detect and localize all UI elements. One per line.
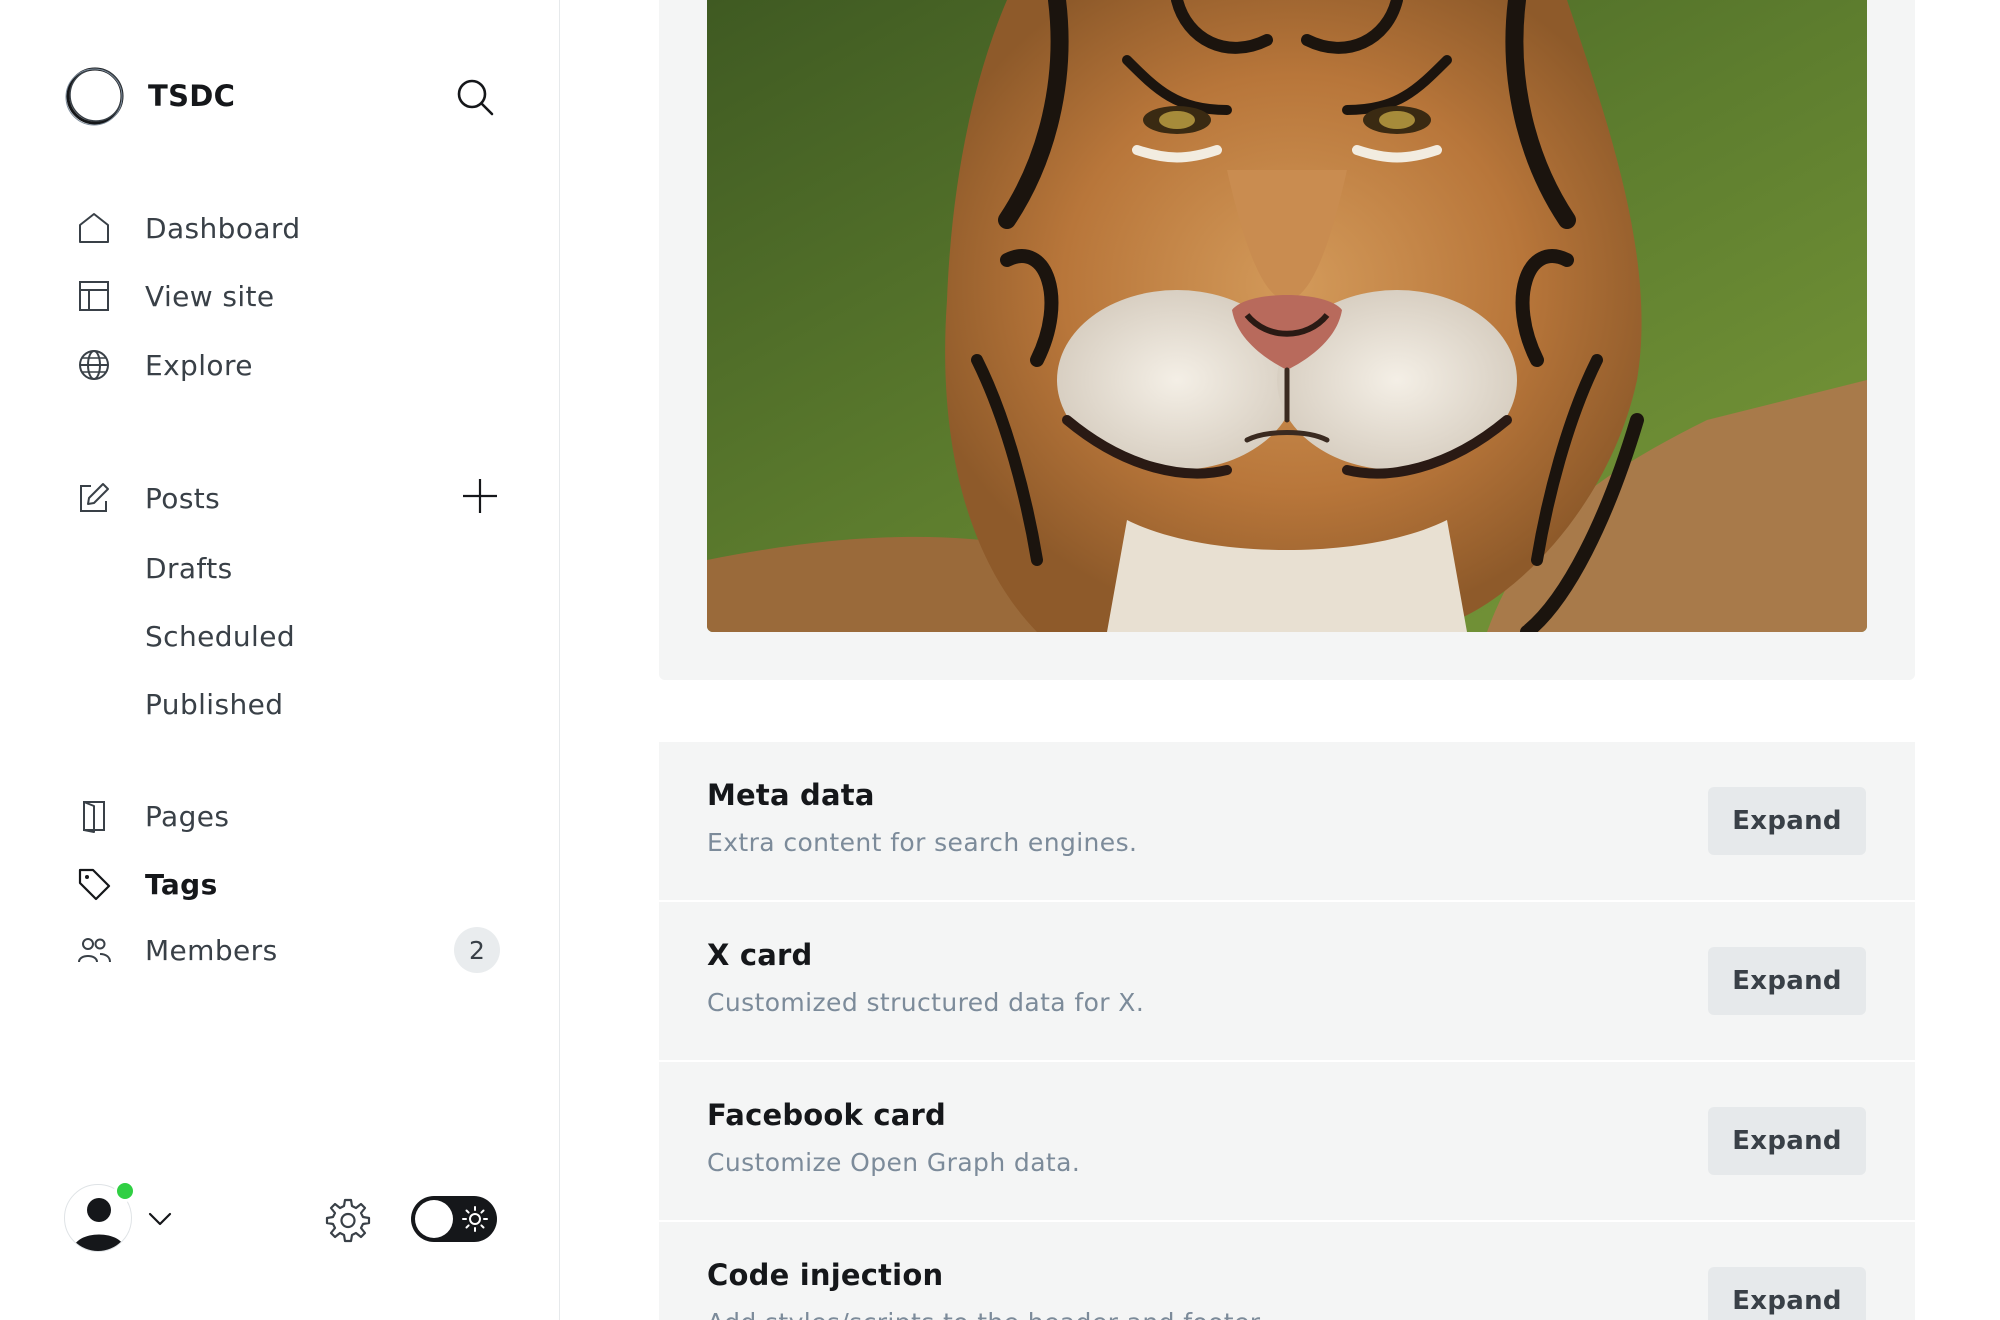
nav-dashboard-label: Dashboard xyxy=(145,211,301,245)
online-status-dot xyxy=(114,1180,136,1202)
expand-facebook-card-button[interactable]: Expand xyxy=(1708,1107,1866,1175)
code-injection-panel: Code injection Add styles/scripts to the… xyxy=(659,1222,1915,1320)
nav-explore-label: Explore xyxy=(145,348,253,382)
nav-view-site[interactable]: View site xyxy=(72,268,508,324)
nav-drafts[interactable]: Drafts xyxy=(72,540,508,596)
nav-published-label: Published xyxy=(145,687,284,721)
expand-code-injection-button[interactable]: Expand xyxy=(1708,1267,1866,1320)
sidebar: TSDC Dashboard View site Explore Posts D… xyxy=(0,0,560,1320)
panel-description: Extra content for search engines. xyxy=(707,828,1138,857)
feature-image[interactable] xyxy=(707,0,1867,632)
search-icon xyxy=(457,79,494,116)
nav-published[interactable]: Published xyxy=(72,676,508,732)
brand[interactable]: TSDC xyxy=(64,64,235,128)
panel-description: Add styles/scripts to the header and foo… xyxy=(707,1308,1267,1320)
meta-data-panel: Meta data Extra content for search engin… xyxy=(659,742,1915,900)
nav-pages[interactable]: Pages xyxy=(72,788,508,844)
x-card-panel: X card Customized structured data for X.… xyxy=(659,902,1915,1060)
edit-icon xyxy=(72,476,116,520)
new-post-button[interactable] xyxy=(458,474,502,518)
nav-members-label: Members xyxy=(145,933,278,967)
expand-meta-data-button[interactable]: Expand xyxy=(1708,787,1866,855)
main-content: Meta data Extra content for search engin… xyxy=(562,0,2000,1320)
panel-description: Customized structured data for X. xyxy=(707,988,1145,1017)
members-count-badge: 2 xyxy=(454,927,500,973)
panel-title: X card xyxy=(707,938,813,972)
theme-toggle[interactable] xyxy=(411,1196,497,1242)
sun-icon xyxy=(462,1206,488,1232)
home-icon xyxy=(72,206,116,250)
panel-description: Customize Open Graph data. xyxy=(707,1148,1081,1177)
tiger-image xyxy=(707,0,1867,632)
nav-explore[interactable]: Explore xyxy=(72,337,508,393)
brand-name: TSDC xyxy=(148,79,236,113)
chevron-down-icon[interactable] xyxy=(144,1202,176,1234)
page-icon xyxy=(72,794,116,838)
nav-tags-label: Tags xyxy=(145,867,218,901)
members-icon xyxy=(72,928,116,972)
nav-posts[interactable]: Posts xyxy=(72,470,508,526)
toggle-knob xyxy=(415,1200,453,1238)
nav-scheduled[interactable]: Scheduled xyxy=(72,608,508,664)
facebook-card-panel: Facebook card Customize Open Graph data.… xyxy=(659,1062,1915,1220)
panel-title: Code injection xyxy=(707,1258,944,1292)
nav-drafts-label: Drafts xyxy=(145,551,233,585)
panel-title: Meta data xyxy=(707,778,875,812)
gear-icon[interactable] xyxy=(324,1196,372,1244)
brand-logo-icon xyxy=(65,67,124,126)
nav-pages-label: Pages xyxy=(145,799,230,833)
globe-icon xyxy=(72,343,116,387)
expand-x-card-button[interactable]: Expand xyxy=(1708,947,1866,1015)
layout-icon xyxy=(72,274,116,318)
nav-posts-label: Posts xyxy=(145,481,221,515)
nav-view-site-label: View site xyxy=(145,279,275,313)
panel-title: Facebook card xyxy=(707,1098,946,1132)
nav-dashboard[interactable]: Dashboard xyxy=(72,200,508,256)
feature-image-card xyxy=(659,0,1915,680)
sidebar-footer xyxy=(64,1180,500,1256)
tag-icon xyxy=(72,862,116,906)
nav-tags[interactable]: Tags xyxy=(72,856,508,912)
plus-icon xyxy=(463,479,497,513)
nav-members[interactable]: Members xyxy=(72,922,508,978)
nav-scheduled-label: Scheduled xyxy=(145,619,296,653)
search-button[interactable] xyxy=(452,74,498,120)
